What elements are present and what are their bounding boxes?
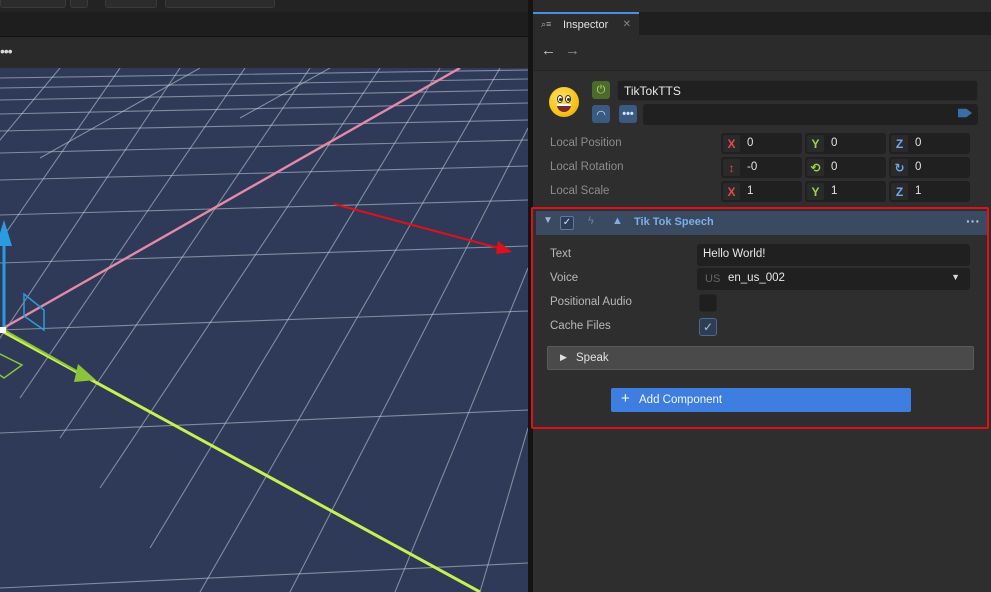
viewport-toolbar: ••• bbox=[0, 36, 528, 68]
tag-input[interactable] bbox=[643, 104, 978, 125]
add-component-label: Add Component bbox=[639, 394, 723, 406]
wifi-icon[interactable]: ◠ bbox=[592, 105, 610, 123]
axis-z-icon: Z bbox=[891, 135, 908, 152]
inspector-icon: ⌕≡ bbox=[541, 19, 552, 29]
pitch-icon: ↕ bbox=[723, 159, 740, 176]
axis-y-icon: Y bbox=[807, 135, 824, 152]
flag-icon: US bbox=[705, 273, 721, 285]
field-value: 0 bbox=[915, 161, 922, 173]
cache-files-row: Cache Files ✓ bbox=[550, 316, 970, 338]
more-dots-icon[interactable]: ••• bbox=[0, 43, 13, 59]
position-x-field[interactable]: X0 bbox=[721, 133, 802, 154]
axis-x-icon: X bbox=[723, 135, 740, 152]
rotation-z-field[interactable]: ↻ 0 bbox=[889, 157, 970, 178]
positional-audio-row: Positional Audio bbox=[550, 292, 970, 314]
toolbar-button[interactable] bbox=[0, 0, 66, 8]
tag-icon bbox=[958, 108, 972, 118]
scale-x-field[interactable]: X1 bbox=[721, 181, 802, 202]
grinning-emoji-icon[interactable] bbox=[549, 87, 579, 117]
arrow-right-icon[interactable]: → bbox=[565, 42, 580, 59]
field-value: 0 bbox=[831, 161, 838, 173]
more-dots-icon[interactable]: ••• bbox=[619, 105, 637, 123]
axis-x-icon: X bbox=[723, 183, 740, 200]
annotation-arrow bbox=[333, 203, 507, 251]
field-value: 1 bbox=[915, 185, 922, 197]
component-icon: ▲ bbox=[612, 215, 623, 227]
annotation-arrowhead bbox=[496, 241, 512, 254]
field-label: Cache Files bbox=[550, 320, 611, 332]
property-label: Local Scale bbox=[550, 185, 610, 197]
top-toolbar bbox=[0, 0, 530, 12]
tab-inspector[interactable]: ⌕≡ Inspector ✕ bbox=[533, 12, 639, 35]
local-rotation-row: Local Rotation ↕ -0 ⟲ 0 ↻ 0 bbox=[550, 157, 980, 179]
speak-label: Speak bbox=[576, 352, 609, 364]
voice-row: Voice US en_us_002 ▼ bbox=[550, 268, 970, 290]
position-y-field[interactable]: Y0 bbox=[805, 133, 886, 154]
component-header[interactable]: ▼ ✓ ϟ ▲ Tik Tok Speech ··· bbox=[536, 211, 988, 235]
x-axis-line bbox=[0, 68, 461, 332]
axis-z-icon: Z bbox=[891, 183, 908, 200]
voice-dropdown[interactable]: US en_us_002 ▼ bbox=[697, 268, 970, 290]
component-enabled-checkbox[interactable]: ✓ bbox=[560, 216, 574, 230]
rotation-y-field[interactable]: ⟲ 0 bbox=[805, 157, 886, 178]
tiktok-speech-component: ▼ ✓ ϟ ▲ Tik Tok Speech ··· Text Hello Wo… bbox=[533, 209, 991, 429]
gizmo-y-arrow bbox=[0, 220, 12, 246]
field-label: Positional Audio bbox=[550, 296, 632, 308]
editor-window: ••• ⌕≡ Inspector ✕ ← → ⏻ TikTokTTS ◠ •••… bbox=[0, 0, 991, 592]
field-value: 1 bbox=[831, 185, 838, 197]
speak-button[interactable]: ▶ Speak bbox=[547, 346, 974, 370]
inspector-panel: ⌕≡ Inspector ✕ ← → ⏻ TikTokTTS ◠ ••• Loc… bbox=[533, 0, 991, 592]
tab-strip: ⌕≡ Inspector ✕ bbox=[533, 12, 991, 35]
toolbar-button[interactable] bbox=[70, 0, 88, 8]
local-position-row: Local Position X0 Y0 Z0 bbox=[550, 133, 980, 155]
toolbar-button[interactable] bbox=[105, 0, 157, 8]
property-label: Local Rotation bbox=[550, 161, 624, 173]
field-value: -0 bbox=[747, 161, 758, 173]
history-nav: ← → bbox=[533, 38, 991, 66]
axis-y-icon: Y bbox=[807, 183, 824, 200]
add-component-button[interactable]: + Add Component bbox=[611, 388, 911, 412]
bolt-icon: ϟ bbox=[588, 215, 594, 227]
text-input[interactable]: Hello World! bbox=[697, 244, 970, 266]
yaw-icon: ⟲ bbox=[807, 159, 824, 176]
property-label: Local Position bbox=[550, 137, 622, 149]
field-label: Text bbox=[550, 248, 572, 260]
arrow-left-icon[interactable]: ← bbox=[541, 42, 556, 59]
roll-icon: ↻ bbox=[891, 159, 908, 176]
chevron-down-icon[interactable]: ▼ bbox=[543, 215, 553, 226]
cache-files-checkbox[interactable]: ✓ bbox=[699, 318, 717, 336]
caret-down-icon: ▼ bbox=[951, 272, 960, 282]
position-z-field[interactable]: Z0 bbox=[889, 133, 970, 154]
rotation-x-field[interactable]: ↕ -0 bbox=[721, 157, 802, 178]
gizmo-plane-handle bbox=[0, 353, 24, 379]
text-row: Text Hello World! bbox=[550, 244, 970, 266]
close-icon[interactable]: ✕ bbox=[623, 19, 631, 30]
scene-viewport[interactable] bbox=[0, 68, 528, 592]
dropdown-value: en_us_002 bbox=[728, 272, 785, 284]
scale-y-field[interactable]: Y1 bbox=[805, 181, 886, 202]
play-icon: ▶ bbox=[560, 352, 567, 362]
scale-z-field[interactable]: Z1 bbox=[889, 181, 970, 202]
field-label: Voice bbox=[550, 272, 579, 284]
power-icon[interactable]: ⏻ bbox=[592, 81, 610, 99]
field-value: 0 bbox=[831, 137, 838, 149]
grid-lines bbox=[0, 68, 528, 592]
field-value: 0 bbox=[747, 137, 754, 149]
component-title: Tik Tok Speech bbox=[634, 216, 714, 228]
gizmo-z-axis bbox=[3, 329, 83, 375]
positional-audio-checkbox[interactable] bbox=[699, 294, 717, 312]
field-value: 0 bbox=[915, 137, 922, 149]
toolbar-button[interactable] bbox=[165, 0, 275, 8]
object-name-input[interactable]: TikTokTTS bbox=[617, 80, 978, 101]
more-dots-icon[interactable]: ··· bbox=[966, 213, 980, 229]
local-scale-row: Local Scale X1 Y1 Z1 bbox=[550, 181, 980, 203]
inspector-body: ⏻ TikTokTTS ◠ ••• Local Position X0 Y0 Z… bbox=[533, 70, 991, 592]
tab-label: Inspector bbox=[563, 18, 609, 31]
gizmo-center bbox=[0, 327, 6, 333]
scene-grid bbox=[0, 68, 528, 592]
gizmo-z-arrow bbox=[74, 364, 96, 382]
field-value: 1 bbox=[747, 185, 754, 197]
plus-icon: + bbox=[621, 390, 630, 407]
